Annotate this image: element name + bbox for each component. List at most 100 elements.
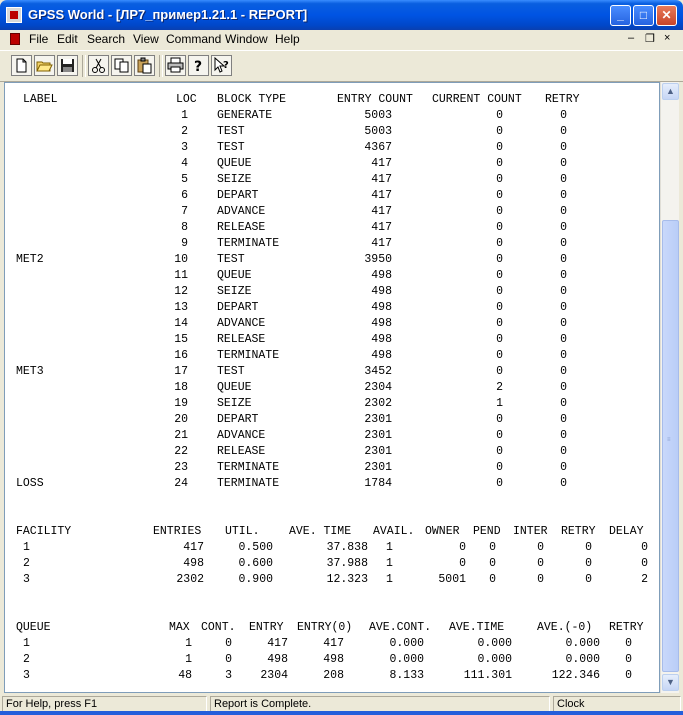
row-loc: 11 <box>174 269 188 282</box>
menu-command[interactable]: Command <box>166 32 221 46</box>
row-block-type: QUEUE <box>217 157 252 170</box>
row-loc: 20 <box>174 413 188 426</box>
row-retry: 0 <box>560 349 567 362</box>
col-header-loc: LOC <box>176 93 197 106</box>
document-icon[interactable] <box>10 33 20 45</box>
facility-name: 1 <box>23 541 30 554</box>
new-file-icon[interactable] <box>11 55 32 76</box>
row-entry-count: 3950 <box>364 253 392 266</box>
queue-retry: 0 <box>625 653 632 666</box>
row-block-type: TEST <box>217 125 245 138</box>
queue-header-ave-0: AVE.(-0) <box>537 621 593 634</box>
menu-edit[interactable]: Edit <box>57 32 78 46</box>
queue-header-entry0: ENTRY(0) <box>297 621 353 634</box>
row-loc: 3 <box>181 141 188 154</box>
row-loc: 1 <box>181 109 188 122</box>
queue-retry: 0 <box>625 669 632 682</box>
row-block-type: QUEUE <box>217 269 252 282</box>
row-loc: 15 <box>174 333 188 346</box>
title-bar[interactable]: GPSS World - [ЛР7_пример1.21.1 - REPORT]… <box>0 0 683 30</box>
row-entry-count: 1784 <box>364 477 392 490</box>
row-loc: 23 <box>174 461 188 474</box>
row-block-type: RELEASE <box>217 221 266 234</box>
menu-help[interactable]: Help <box>275 32 300 46</box>
menu-view[interactable]: View <box>133 32 159 46</box>
row-loc: 10 <box>174 253 188 266</box>
col-header-retry: RETRY <box>545 93 580 106</box>
row-block-type: QUEUE <box>217 381 252 394</box>
queue-name: 2 <box>23 653 30 666</box>
row-block-type: TEST <box>217 141 245 154</box>
taskbar-strip <box>0 711 683 715</box>
scroll-up-arrow-icon[interactable]: ▲ <box>662 83 679 100</box>
row-loc: 24 <box>174 477 188 490</box>
help-icon[interactable]: ? <box>188 55 209 76</box>
row-entry-count: 2304 <box>364 381 392 394</box>
row-block-type: DEPART <box>217 413 259 426</box>
row-entry-count: 417 <box>371 157 392 170</box>
row-block-type: RELEASE <box>217 333 266 346</box>
row-block-type: DEPART <box>217 301 259 314</box>
row-entry-count: 5003 <box>364 125 392 138</box>
cut-icon[interactable] <box>88 55 109 76</box>
print-icon[interactable] <box>165 55 186 76</box>
facility-header-inter: INTER <box>513 525 548 538</box>
open-folder-icon[interactable] <box>34 55 55 76</box>
queue-header-max: MAX <box>169 621 190 634</box>
row-block-type: ADVANCE <box>217 317 266 330</box>
row-block-type: TERMINATE <box>217 477 280 490</box>
menu-file[interactable]: File <box>29 32 48 46</box>
scroll-thumb[interactable]: ≡ <box>662 220 679 672</box>
row-loc: 22 <box>174 445 188 458</box>
queue-retry: 0 <box>625 637 632 650</box>
facility-header-avail: AVAIL. <box>373 525 415 538</box>
row-block-type: ADVANCE <box>217 429 266 442</box>
close-button[interactable]: ✕ <box>656 5 677 26</box>
copy-icon[interactable] <box>111 55 132 76</box>
svg-text:?: ? <box>223 60 229 71</box>
facility-delay: 0 <box>641 557 648 570</box>
save-icon[interactable] <box>57 55 78 76</box>
row-retry: 0 <box>560 429 567 442</box>
facility-header-util: UTIL. <box>225 525 260 538</box>
row-retry: 0 <box>560 285 567 298</box>
row-entry-count: 417 <box>371 205 392 218</box>
col-header-current-count: CURRENT COUNT <box>432 93 522 106</box>
scroll-down-arrow-icon[interactable]: ▼ <box>662 674 679 691</box>
menu-bar: File Edit Search View Command Window Hel… <box>0 30 683 49</box>
maximize-button[interactable]: □ <box>633 5 654 26</box>
row-retry: 0 <box>560 221 567 234</box>
row-retry: 0 <box>560 141 567 154</box>
menu-window[interactable]: Window <box>225 32 268 46</box>
row-entry-count: 2301 <box>364 461 392 474</box>
toolbar: ? ? <box>0 50 683 82</box>
app-icon[interactable] <box>6 7 22 23</box>
row-retry: 0 <box>560 381 567 394</box>
row-loc: 12 <box>174 285 188 298</box>
row-loc: 6 <box>181 189 188 202</box>
paste-icon[interactable] <box>134 55 155 76</box>
vertical-scrollbar[interactable]: ▲ ≡ ▼ <box>660 82 679 693</box>
col-header-entry-count: ENTRY COUNT <box>337 93 413 106</box>
mdi-close-button[interactable]: × <box>664 32 670 44</box>
row-retry: 0 <box>560 333 567 346</box>
row-block-type: SEIZE <box>217 397 252 410</box>
row-entry-count: 498 <box>371 333 392 346</box>
row-block-type: DEPART <box>217 189 259 202</box>
row-loc: 9 <box>181 237 188 250</box>
row-retry: 0 <box>560 413 567 426</box>
minimize-button[interactable]: _ <box>610 5 631 26</box>
row-retry: 0 <box>560 173 567 186</box>
mdi-minimize-button[interactable]: – <box>628 32 634 44</box>
row-loc: 5 <box>181 173 188 186</box>
row-entry-count: 498 <box>371 301 392 314</box>
menu-search[interactable]: Search <box>87 32 125 46</box>
row-entry-count: 2301 <box>364 429 392 442</box>
report-window[interactable]: LABEL LOC BLOCK TYPE ENTRY COUNT CURRENT… <box>4 82 660 693</box>
facility-header-ave-time: AVE. TIME <box>289 525 352 538</box>
context-help-icon[interactable]: ? <box>211 55 232 76</box>
mdi-restore-button[interactable]: ❐ <box>645 32 655 45</box>
queue-name: 3 <box>23 669 30 682</box>
queue-header-ave-time: AVE.TIME <box>449 621 505 634</box>
row-retry: 0 <box>560 445 567 458</box>
